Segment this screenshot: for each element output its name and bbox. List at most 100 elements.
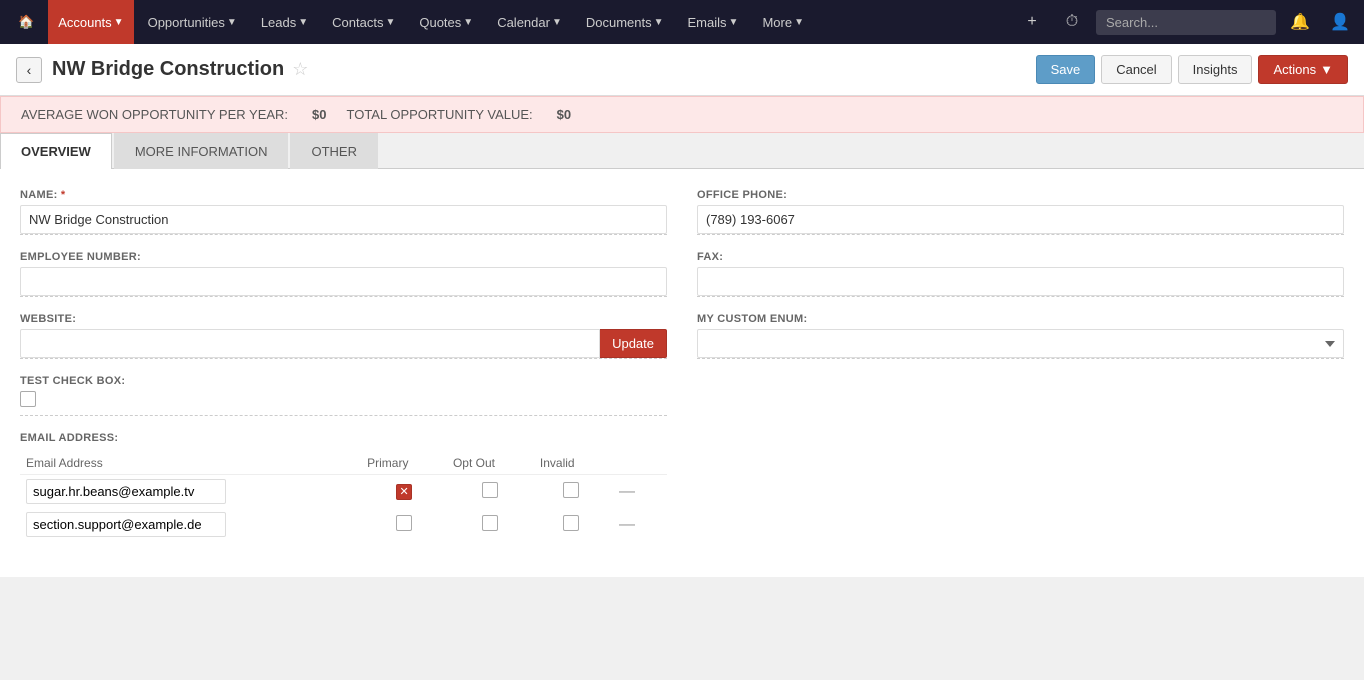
email-input-1[interactable] <box>26 479 226 504</box>
custom-enum-select[interactable] <box>697 329 1344 358</box>
home-icon: 🏠 <box>18 14 34 30</box>
cancel-button[interactable]: Cancel <box>1101 55 1171 84</box>
tab-overview[interactable]: OVERVIEW <box>0 133 112 169</box>
email-opt-out-checkbox-1[interactable] <box>482 482 498 498</box>
user-menu-button[interactable]: 👤 <box>1324 6 1356 38</box>
favorite-icon[interactable]: ☆ <box>292 59 308 80</box>
email-col-address: Email Address <box>20 452 361 475</box>
website-update-button[interactable]: Update <box>600 329 667 358</box>
nav-more-label: More <box>762 15 792 30</box>
bell-icon: 🔔 <box>1290 12 1310 32</box>
email-row-2: — <box>20 508 667 541</box>
email-opt-out-checkbox-2[interactable] <box>482 515 498 531</box>
tabs: OVERVIEW MORE INFORMATION OTHER <box>0 133 1364 169</box>
office-phone-input[interactable] <box>697 205 1344 234</box>
custom-enum-label: MY CUSTOM ENUM: <box>697 313 1344 325</box>
actions-button[interactable]: Actions ▼ <box>1258 55 1348 84</box>
tab-other[interactable]: OTHER <box>290 133 378 169</box>
name-required-indicator: * <box>61 189 66 201</box>
email-invalid-checkbox-1[interactable] <box>563 482 579 498</box>
right-column: OFFICE PHONE: FAX: MY CUSTOM ENUM: <box>697 189 1344 557</box>
custom-enum-field-group: MY CUSTOM ENUM: <box>697 313 1344 359</box>
nav-documents[interactable]: Documents ▼ <box>576 0 674 44</box>
nav-emails-caret: ▼ <box>729 17 739 28</box>
nav-more-caret: ▼ <box>794 17 804 28</box>
total-value: $0 <box>557 107 571 122</box>
tab-more-information[interactable]: MORE INFORMATION <box>114 133 289 169</box>
notifications-button[interactable]: 🔔 <box>1284 6 1316 38</box>
nav-more[interactable]: More ▼ <box>752 0 814 44</box>
save-button[interactable]: Save <box>1036 55 1096 84</box>
email-address-field-group: EMAIL ADDRESS: Email Address Primary Opt… <box>20 432 667 541</box>
header-bar: ‹ NW Bridge Construction ☆ Save Cancel I… <box>0 44 1364 96</box>
tab-overview-label: OVERVIEW <box>21 144 91 159</box>
nav-contacts[interactable]: Contacts ▼ <box>322 0 405 44</box>
nav-emails-label: Emails <box>688 15 727 30</box>
test-checkbox-field-group: TEST CHECK BOX: <box>20 375 667 416</box>
fax-label: FAX: <box>697 251 1344 263</box>
nav-emails[interactable]: Emails ▼ <box>678 0 749 44</box>
fax-field-group: FAX: <box>697 251 1344 297</box>
name-field-group: NAME: * <box>20 189 667 235</box>
name-input[interactable] <box>20 205 667 234</box>
website-row: Update <box>20 329 667 358</box>
email-address-label: EMAIL ADDRESS: <box>20 432 667 444</box>
office-phone-field-group: OFFICE PHONE: <box>697 189 1344 235</box>
clock-icon: ⏱ <box>1066 13 1078 31</box>
back-icon: ‹ <box>27 62 32 78</box>
nav-leads-caret: ▼ <box>298 17 308 28</box>
tab-other-label: OTHER <box>311 144 357 159</box>
email-invalid-checkbox-2[interactable] <box>563 515 579 531</box>
avg-value: $0 <box>312 107 326 122</box>
nav-documents-label: Documents <box>586 15 652 30</box>
left-column: NAME: * EMPLOYEE NUMBER: WEBSITE: Update… <box>20 189 667 557</box>
nav-documents-caret: ▼ <box>654 17 664 28</box>
nav-contacts-label: Contacts <box>332 15 383 30</box>
test-checkbox-row <box>20 391 667 407</box>
nav-quotes[interactable]: Quotes ▼ <box>409 0 483 44</box>
nav-home[interactable]: 🏠 <box>8 0 44 44</box>
website-field-group: WEBSITE: Update <box>20 313 667 359</box>
plus-icon: + <box>1027 13 1036 31</box>
insights-button[interactable]: Insights <box>1178 55 1253 84</box>
nav-leads-label: Leads <box>261 15 296 30</box>
user-icon: 👤 <box>1330 12 1350 32</box>
opportunity-bar: AVERAGE WON OPPORTUNITY PER YEAR: $0 TOT… <box>0 96 1364 133</box>
tab-more-information-label: MORE INFORMATION <box>135 144 268 159</box>
email-col-opt-out: Opt Out <box>447 452 534 475</box>
test-checkbox[interactable] <box>20 391 36 407</box>
add-button[interactable]: + <box>1016 6 1048 38</box>
nav-calendar-label: Calendar <box>497 15 550 30</box>
email-remove-2[interactable]: — <box>615 516 639 533</box>
test-checkbox-label: TEST CHECK BOX: <box>20 375 667 387</box>
search-input[interactable] <box>1096 10 1276 35</box>
email-remove-1[interactable]: — <box>615 483 639 500</box>
employee-number-label: EMPLOYEE NUMBER: <box>20 251 667 263</box>
main-content: NAME: * EMPLOYEE NUMBER: WEBSITE: Update… <box>0 169 1364 577</box>
total-label: TOTAL OPPORTUNITY VALUE: <box>347 107 533 122</box>
fax-input[interactable] <box>697 267 1344 296</box>
email-primary-checkbox-1[interactable]: ✕ <box>396 484 412 500</box>
back-button[interactable]: ‹ <box>16 57 42 83</box>
website-input[interactable] <box>20 329 600 358</box>
nav-opportunities[interactable]: Opportunities ▼ <box>138 0 247 44</box>
website-label: WEBSITE: <box>20 313 667 325</box>
avg-label: AVERAGE WON OPPORTUNITY PER YEAR: <box>21 107 288 122</box>
nav-calendar[interactable]: Calendar ▼ <box>487 0 572 44</box>
header-actions: Save Cancel Insights Actions ▼ <box>1036 55 1348 84</box>
actions-label: Actions <box>1273 62 1316 77</box>
history-button[interactable]: ⏱ <box>1056 6 1088 38</box>
email-input-2[interactable] <box>26 512 226 537</box>
nav-opportunities-label: Opportunities <box>148 15 225 30</box>
office-phone-label: OFFICE PHONE: <box>697 189 1344 201</box>
email-col-invalid: Invalid <box>534 452 609 475</box>
nav-leads[interactable]: Leads ▼ <box>251 0 318 44</box>
nav-accounts[interactable]: Accounts ▼ <box>48 0 133 44</box>
employee-number-field-group: EMPLOYEE NUMBER: <box>20 251 667 297</box>
nav-contacts-caret: ▼ <box>385 17 395 28</box>
email-table: Email Address Primary Opt Out Invalid ✕ <box>20 452 667 541</box>
employee-number-input[interactable] <box>20 267 667 296</box>
actions-caret-icon: ▼ <box>1320 62 1333 77</box>
email-primary-checkbox-2[interactable] <box>396 515 412 531</box>
nav-accounts-caret: ▼ <box>114 17 124 28</box>
